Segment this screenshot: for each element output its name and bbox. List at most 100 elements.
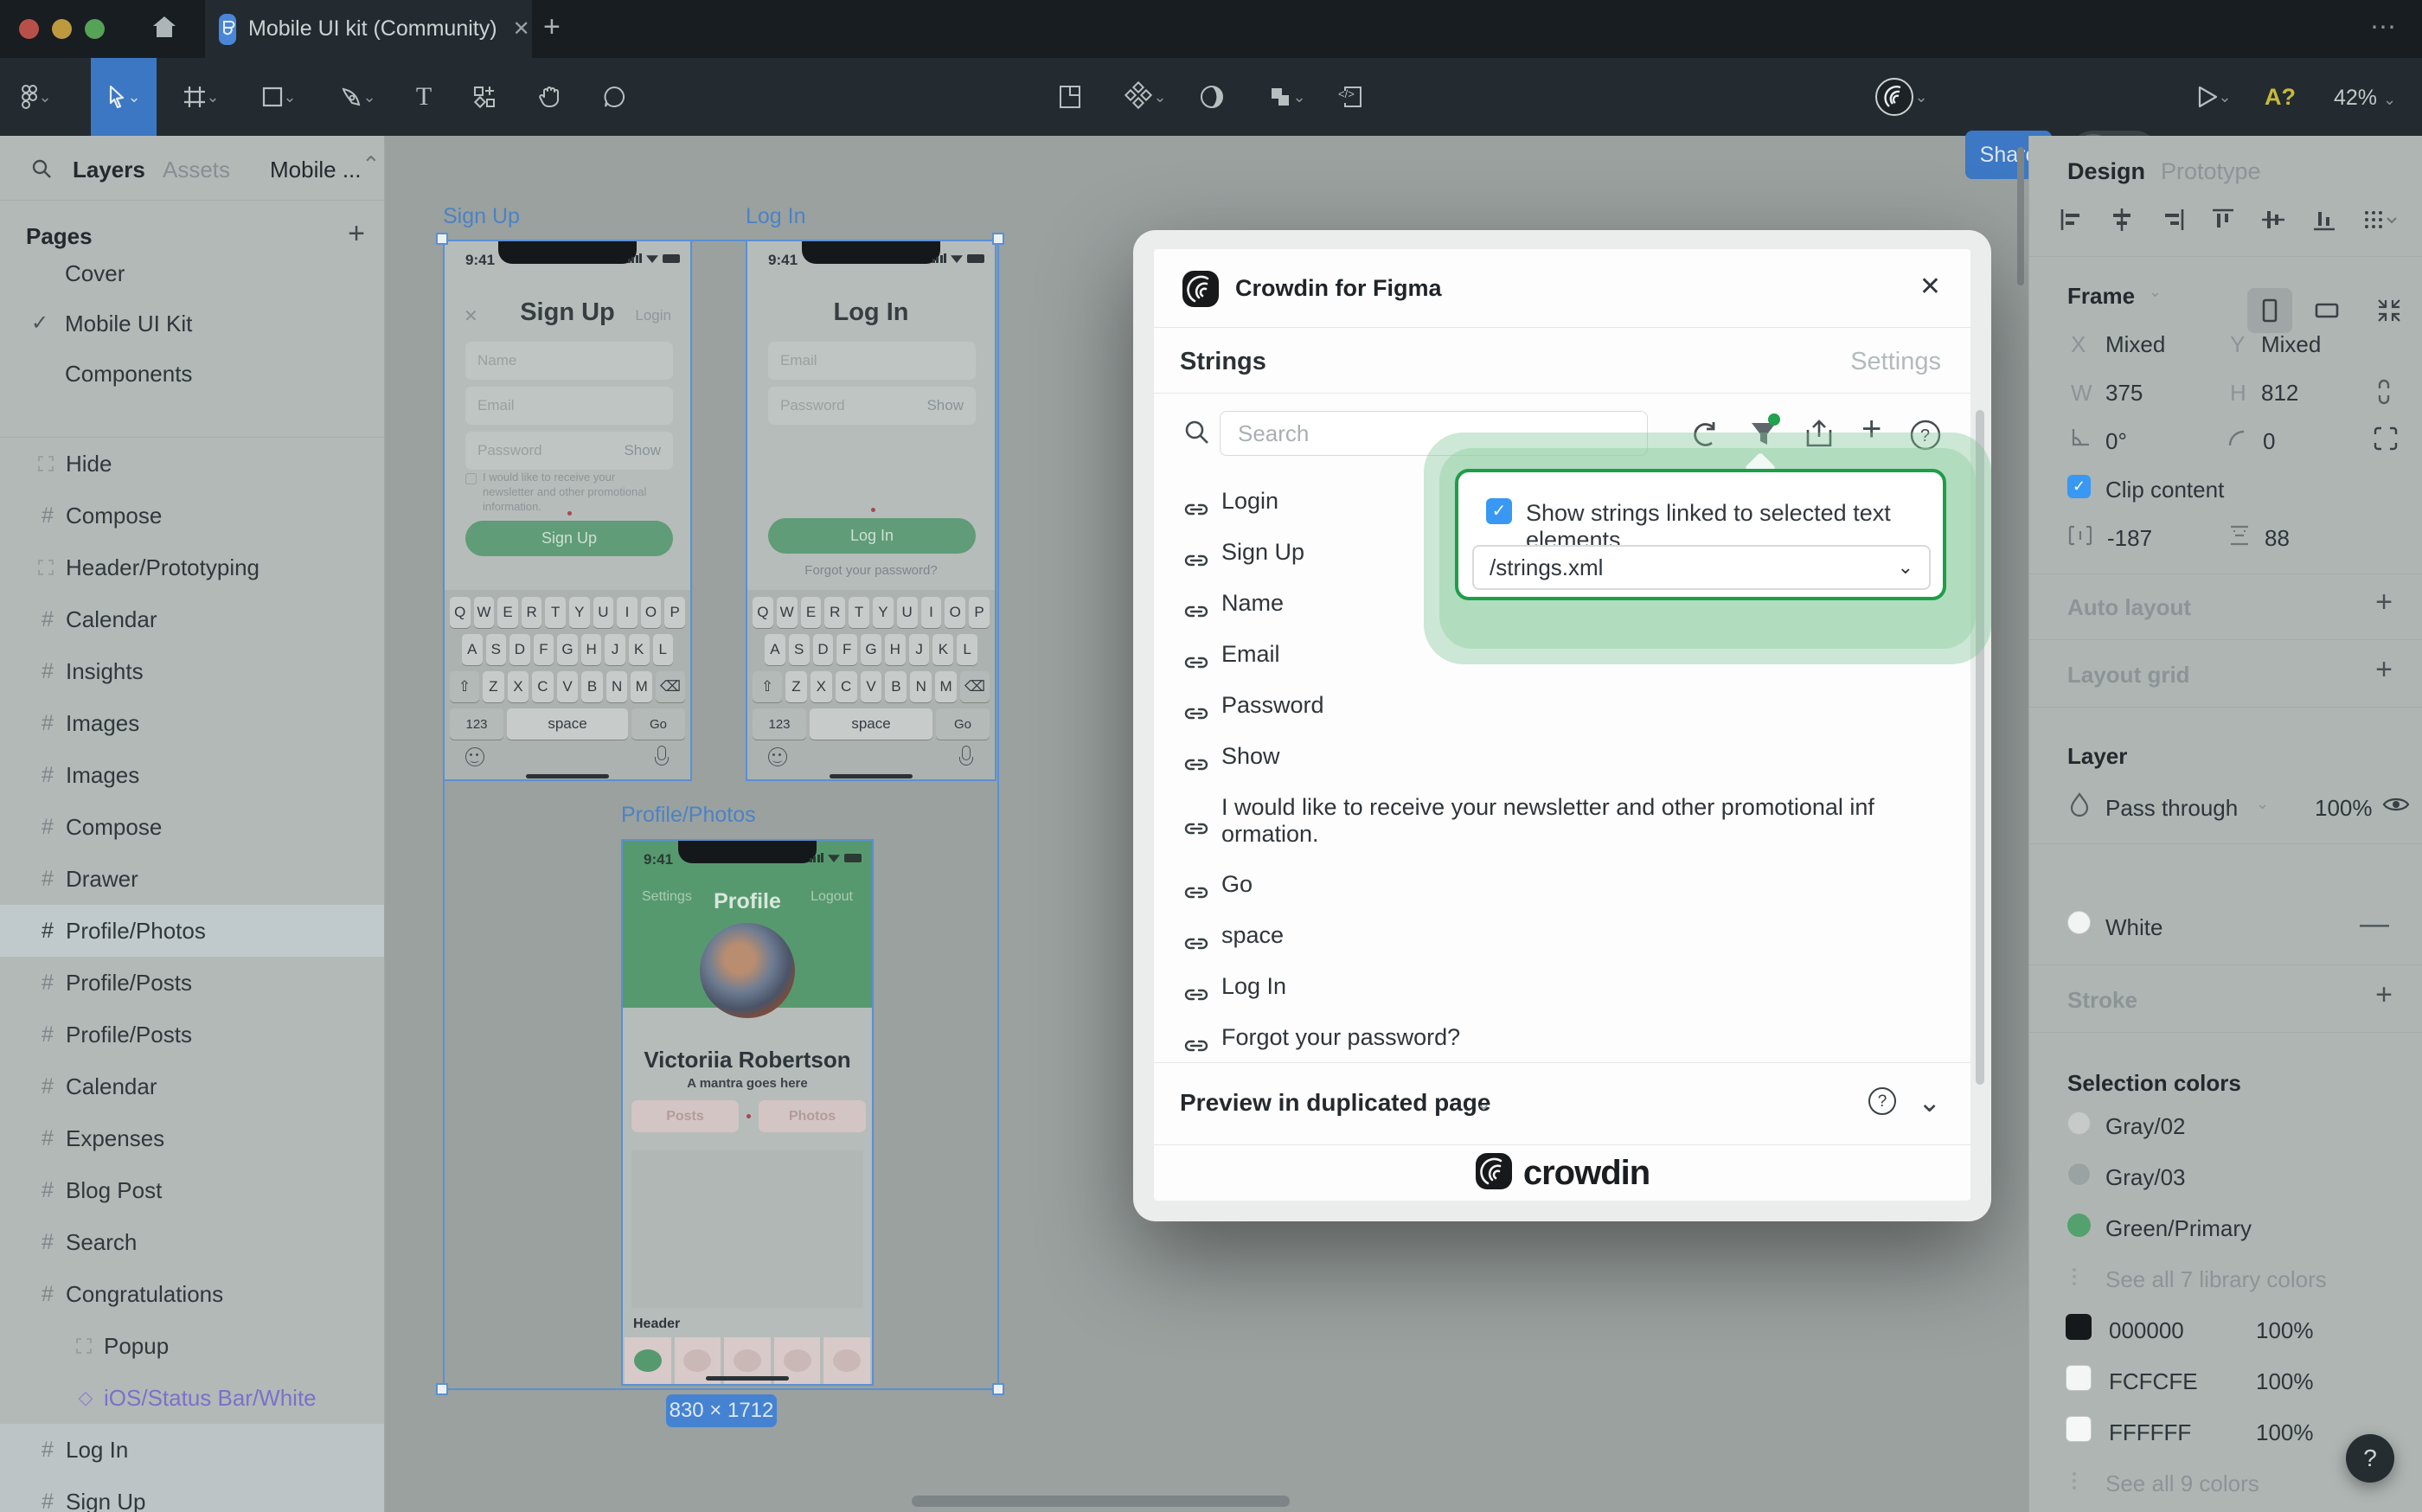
color-opacity-value[interactable]: 100% (2256, 1317, 2314, 1344)
layer-row[interactable]: Popup (0, 1320, 384, 1372)
help-button[interactable]: ? (2346, 1434, 2394, 1483)
file-menu-tab[interactable]: Mobile ... (270, 157, 362, 183)
maximize-window-button[interactable] (85, 19, 105, 39)
expand-section-icon[interactable]: ⌄ (1918, 1086, 1941, 1118)
home-button[interactable] (130, 0, 199, 58)
see-all-library-colors-link[interactable]: See all 7 library colors (2105, 1266, 2327, 1293)
mask-tool-button[interactable] (1192, 58, 1232, 136)
rotation-value[interactable]: 0° (2105, 428, 2127, 455)
layer-row[interactable]: #Congratulations (0, 1268, 384, 1320)
layer-row[interactable]: #Drawer (0, 853, 384, 905)
pen-tool-button[interactable]: ⌄ (334, 58, 382, 136)
layer-row[interactable]: #Sign Up (0, 1476, 384, 1512)
color-swatch[interactable] (2066, 1365, 2092, 1391)
new-tab-button[interactable]: + (543, 10, 561, 44)
resources-tool-button[interactable] (462, 58, 507, 136)
linked-strings-checkbox[interactable]: ✓ (1486, 498, 1512, 524)
minimize-window-button[interactable] (52, 19, 72, 39)
color-name[interactable]: Gray/02 (2105, 1113, 2186, 1140)
preview-label[interactable]: Preview in duplicated page (1180, 1089, 1490, 1117)
color-name[interactable]: Gray/03 (2105, 1164, 2186, 1191)
page-item[interactable]: Cover (0, 248, 384, 298)
color-hex-value[interactable]: 000000 (2109, 1317, 2184, 1344)
window-more-icon[interactable]: ⋯ (2370, 12, 2398, 42)
frame-tool-button[interactable]: ⌄ (177, 58, 226, 136)
login-frame[interactable]: 9:41 Log In Email PasswordShow Log In Fo… (746, 240, 996, 781)
tab-prototype[interactable]: Prototype (2161, 158, 2261, 185)
layer-row[interactable]: #Compose (0, 801, 384, 853)
height-value[interactable]: 812 (2261, 380, 2298, 407)
string-row[interactable]: Log In (1154, 961, 1970, 1012)
color-hex-value[interactable]: FCFCFE (2109, 1368, 2198, 1395)
layer-row[interactable]: #Calendar (0, 593, 384, 645)
add-page-button[interactable]: + (348, 217, 365, 251)
layer-row[interactable]: #Insights (0, 645, 384, 697)
landscape-orientation-button[interactable] (2304, 288, 2349, 333)
background-color-name[interactable]: White (2105, 914, 2162, 941)
search-icon[interactable] (31, 158, 52, 183)
add-stroke-button[interactable]: + (2375, 978, 2393, 1012)
frame-label-signup[interactable]: Sign Up (443, 204, 520, 229)
layer-row[interactable]: #Compose (0, 490, 384, 541)
comment-tool-button[interactable] (590, 58, 638, 136)
dev-resources-button[interactable]: </> (1329, 58, 1374, 136)
page-item[interactable]: ✓Mobile UI Kit (0, 298, 384, 349)
horizontal-spacing-value[interactable]: -187 (2107, 525, 2152, 552)
frame-label-login[interactable]: Log In (746, 204, 806, 229)
corner-radius-value[interactable]: 0 (2263, 428, 2275, 455)
page-item[interactable]: Components (0, 349, 384, 399)
align-left-icon[interactable] (2059, 207, 2085, 237)
string-row[interactable]: Forgot your password? (1154, 1012, 1970, 1063)
color-swatch[interactable] (2066, 1314, 2092, 1340)
string-row[interactable]: space (1154, 910, 1970, 961)
color-opacity-value[interactable]: 100% (2256, 1419, 2314, 1446)
layer-row[interactable]: #Calendar (0, 1060, 384, 1112)
resize-to-fit-icon[interactable] (2367, 288, 2412, 333)
layer-row[interactable]: #Images (0, 749, 384, 801)
signup-frame[interactable]: 9:41 ✕ Sign Up Login Name Email Password… (443, 240, 692, 781)
string-row[interactable]: Show (1154, 731, 1970, 782)
align-bottom-icon[interactable] (2311, 207, 2337, 237)
selection-handle[interactable] (436, 1383, 448, 1395)
chevron-down-icon[interactable]: ⌄ (1476, 1092, 1491, 1115)
vertical-scrollbar[interactable] (2017, 147, 2024, 285)
tab-design[interactable]: Design (2067, 158, 2145, 185)
color-opacity-value[interactable]: 100% (2256, 1368, 2314, 1395)
portrait-orientation-button[interactable] (2247, 288, 2292, 333)
align-v-center-icon[interactable] (2260, 207, 2286, 237)
tab-layers[interactable]: Layers (73, 157, 145, 183)
move-tool-button[interactable]: ⌄ (91, 58, 157, 136)
preview-help-icon[interactable]: ? (1868, 1087, 1896, 1115)
width-value[interactable]: 375 (2105, 380, 2143, 407)
blend-mode-value[interactable]: Pass through (2105, 795, 2238, 822)
selection-handle[interactable] (992, 233, 1004, 245)
color-swatch[interactable] (2067, 1163, 2091, 1186)
layer-row[interactable]: #Images (0, 697, 384, 749)
profile-frame[interactable]: 9:41 Settings Profile Logout Victoriia R… (621, 839, 874, 1386)
align-top-icon[interactable] (2210, 207, 2236, 237)
component-tools-button[interactable]: ⌄ (1111, 58, 1180, 136)
string-row[interactable]: Password (1154, 680, 1970, 731)
selection-handle[interactable] (992, 1383, 1004, 1395)
edit-object-button[interactable] (1048, 58, 1092, 136)
layer-row[interactable]: #Profile/Posts (0, 957, 384, 1009)
layer-opacity-value[interactable]: 100% (2315, 795, 2373, 822)
hand-tool-button[interactable] (526, 58, 574, 136)
selection-handle[interactable] (436, 233, 448, 245)
color-name[interactable]: Green/Primary (2105, 1215, 2252, 1242)
collapse-sidebar-icon[interactable]: ⌃ (362, 151, 381, 178)
string-row[interactable]: I would like to receive your newsletter … (1154, 782, 1970, 859)
remove-background-button[interactable]: — (2360, 907, 2389, 941)
layer-row[interactable]: #Log In (0, 1424, 384, 1476)
frame-label-profile[interactable]: Profile/Photos (621, 803, 756, 828)
account-menu-button[interactable]: ⌄ (1868, 58, 1934, 136)
see-all-colors-link[interactable]: See all 9 colors (2105, 1470, 2259, 1497)
tab-settings[interactable]: Settings (1850, 348, 1941, 376)
tab-assets[interactable]: Assets (163, 157, 230, 183)
close-window-button[interactable] (19, 19, 39, 39)
text-tool-button[interactable]: T (403, 58, 445, 136)
tab-strings[interactable]: Strings (1180, 348, 1266, 376)
present-button[interactable]: ⌄ (2180, 58, 2249, 136)
string-row[interactable]: Go (1154, 859, 1970, 910)
clip-content-checkbox[interactable]: ✓ (2067, 475, 2091, 498)
